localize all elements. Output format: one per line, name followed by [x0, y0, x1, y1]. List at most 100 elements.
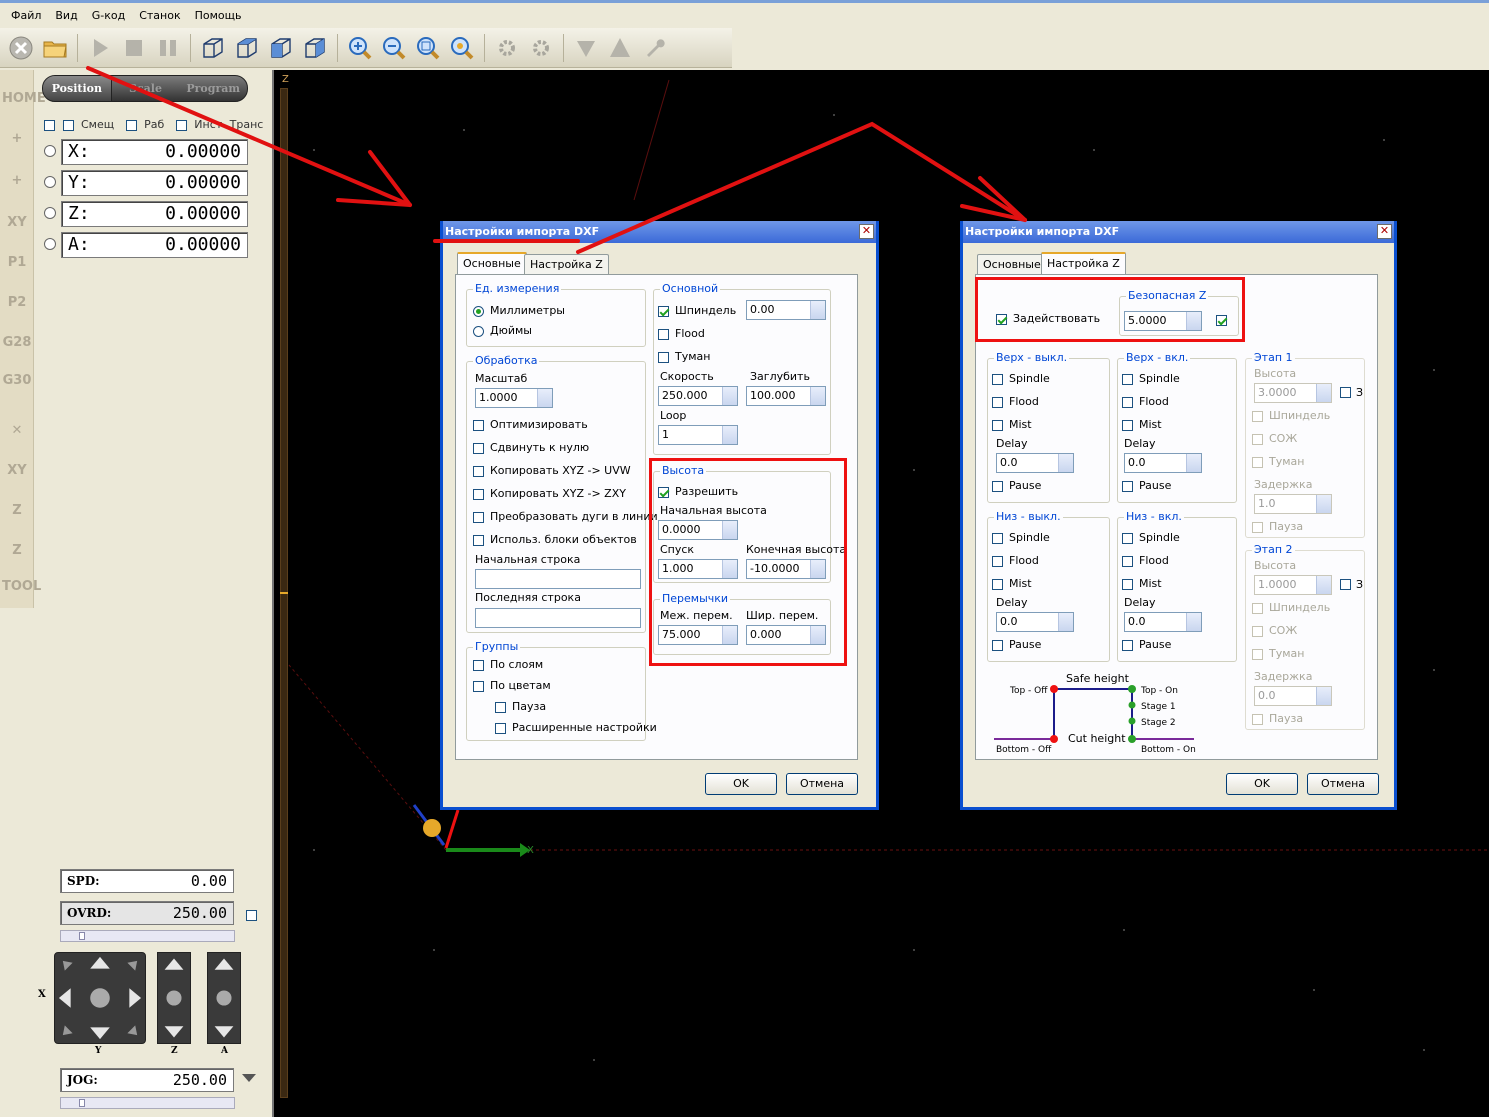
bottom-off-mist-checkbox[interactable] [992, 578, 1003, 590]
tab-position[interactable]: Position [43, 76, 112, 101]
stage2-spindle-checkbox[interactable] [1252, 602, 1263, 614]
top-off-mist-row[interactable]: Mist [992, 418, 1032, 431]
close-x-icon[interactable]: ✕ [2, 416, 32, 446]
top-on-spindle-row[interactable]: Spindle [1122, 372, 1180, 385]
menu-view[interactable]: Вид [48, 5, 84, 27]
warning-icon[interactable] [605, 33, 635, 63]
bottom-off-mist-row[interactable]: Mist [992, 577, 1032, 590]
dro-z[interactable]: Z: 0.00000 [61, 201, 248, 227]
bottom-on-flood-row[interactable]: Flood [1122, 554, 1169, 567]
top-off-mist-checkbox[interactable] [992, 419, 1003, 431]
stage1-coolant-checkbox[interactable] [1252, 433, 1263, 445]
top-on-pause-row[interactable]: Pause [1122, 479, 1171, 492]
z-probe-icon[interactable]: Z [2, 536, 32, 566]
bottom-off-flood-row[interactable]: Flood [992, 554, 1039, 567]
dro-y[interactable]: Y: 0.00000 [61, 170, 248, 196]
bottom-on-pause-checkbox[interactable] [1122, 639, 1133, 651]
top-on-spindle-checkbox[interactable] [1122, 373, 1133, 385]
speed-input[interactable]: 250.000 [658, 386, 738, 406]
use-blocks-checkbox[interactable] [473, 534, 484, 546]
zoom-in-icon[interactable] [345, 33, 375, 63]
copy-uvw-checkbox[interactable] [473, 465, 484, 477]
copy-zxy-checkbox[interactable] [473, 488, 484, 500]
top-on-pause-checkbox[interactable] [1122, 480, 1133, 492]
stop-square-icon[interactable] [119, 33, 149, 63]
shift-zero-row[interactable]: Сдвинуть к нулю [473, 441, 589, 454]
top-off-spindle-checkbox[interactable] [992, 373, 1003, 385]
loop-input[interactable]: 1 [658, 425, 738, 445]
stage2-coolant-row[interactable]: СОЖ [1252, 624, 1297, 637]
view-front-icon[interactable] [266, 33, 296, 63]
view-iso-icon[interactable] [198, 33, 228, 63]
stage2-height-input[interactable]: 1.0000 [1254, 575, 1332, 595]
axis-y-radio[interactable] [44, 176, 56, 188]
top-off-spindle-row[interactable]: Spindle [992, 372, 1050, 385]
bottom-off-spindle-row[interactable]: Spindle [992, 531, 1050, 544]
jog-xy-icon[interactable]: + [2, 166, 32, 196]
close-icon[interactable]: ✕ [859, 224, 874, 239]
cancel-button[interactable]: Отмена [786, 773, 858, 795]
group-pause-checkbox[interactable] [495, 701, 506, 713]
menu-machine[interactable]: Станок [132, 5, 187, 27]
inch-radio[interactable] [473, 325, 484, 337]
tab-z-settings[interactable]: Настройка Z [1041, 252, 1126, 275]
spindle-input[interactable]: 0.00 [746, 300, 826, 320]
view-top-icon[interactable] [232, 33, 262, 63]
stage2-pause-checkbox[interactable] [1252, 713, 1263, 725]
flood-checkbox[interactable] [658, 328, 669, 340]
mm-radio-row[interactable]: Миллиметры [473, 304, 565, 317]
p2-icon[interactable]: P2 [2, 288, 32, 318]
cnc-arrow-icon[interactable] [571, 33, 601, 63]
play-icon[interactable] [85, 33, 115, 63]
close-icon[interactable]: ✕ [1377, 224, 1392, 239]
top-on-mist-row[interactable]: Mist [1122, 418, 1162, 431]
bottom-on-mist-row[interactable]: Mist [1122, 577, 1162, 590]
mist-row[interactable]: Туман [658, 350, 710, 363]
mm-radio[interactable] [473, 305, 484, 317]
settings-gear-icon[interactable] [492, 33, 522, 63]
dialog-title-bar[interactable]: Настройки импорта DXF ✕ [443, 221, 876, 243]
stage1-spindle-row[interactable]: Шпиндель [1252, 409, 1330, 422]
zoom-fit-icon[interactable] [413, 33, 443, 63]
view-side-icon[interactable] [300, 33, 330, 63]
tab-main[interactable]: Основные [457, 252, 527, 275]
advanced-checkbox[interactable] [495, 722, 506, 734]
by-layers-row[interactable]: По слоям [473, 658, 543, 671]
tool-checkbox[interactable] [175, 119, 187, 131]
jog-slider[interactable] [60, 1097, 235, 1109]
stage2-mist-row[interactable]: Туман [1252, 647, 1304, 660]
stage1-spindle-checkbox[interactable] [1252, 410, 1263, 422]
stage2-spindle-row[interactable]: Шпиндель [1252, 601, 1330, 614]
top-off-delay-input[interactable]: 0.0 [996, 453, 1074, 473]
jog-slider-thumb[interactable] [79, 1099, 85, 1107]
end-line-input[interactable] [475, 608, 641, 628]
ok-button[interactable]: OK [705, 773, 777, 795]
coord-all-checkbox[interactable] [44, 119, 55, 131]
jog-a-pad[interactable] [207, 952, 241, 1044]
zoom-window-icon[interactable] [447, 33, 477, 63]
g28-icon[interactable]: G28 [2, 328, 32, 358]
tab-scale[interactable]: Scale [112, 76, 180, 101]
g30-icon[interactable]: G30 [2, 366, 32, 396]
axis-a-radio[interactable] [44, 238, 56, 250]
top-off-flood-checkbox[interactable] [992, 396, 1003, 408]
bottom-off-delay-input[interactable]: 0.0 [996, 612, 1074, 632]
start-line-input[interactable] [475, 569, 641, 589]
open-folder-icon[interactable] [40, 33, 70, 63]
bottom-off-flood-checkbox[interactable] [992, 555, 1003, 567]
bottom-off-spindle-checkbox[interactable] [992, 532, 1003, 544]
stage1-pause-row[interactable]: Пауза [1252, 520, 1303, 533]
stop-icon[interactable] [6, 33, 36, 63]
axis-x-radio[interactable] [44, 145, 56, 157]
bottom-on-spindle-checkbox[interactable] [1122, 532, 1133, 544]
stage1-z-checkbox[interactable] [1340, 387, 1351, 398]
home-icon[interactable]: HOME [2, 84, 46, 114]
copy-uvw-row[interactable]: Копировать XYZ -> UVW [473, 464, 631, 477]
advanced-row[interactable]: Расширенные настройки [495, 721, 657, 734]
by-layers-checkbox[interactable] [473, 659, 484, 671]
bottom-off-pause-row[interactable]: Pause [992, 638, 1041, 651]
bottom-on-spindle-row[interactable]: Spindle [1122, 531, 1180, 544]
bottom-on-delay-input[interactable]: 0.0 [1124, 612, 1202, 632]
copy-zxy-row[interactable]: Копировать XYZ -> ZXY [473, 487, 626, 500]
tab-main[interactable]: Основные [977, 254, 1047, 275]
